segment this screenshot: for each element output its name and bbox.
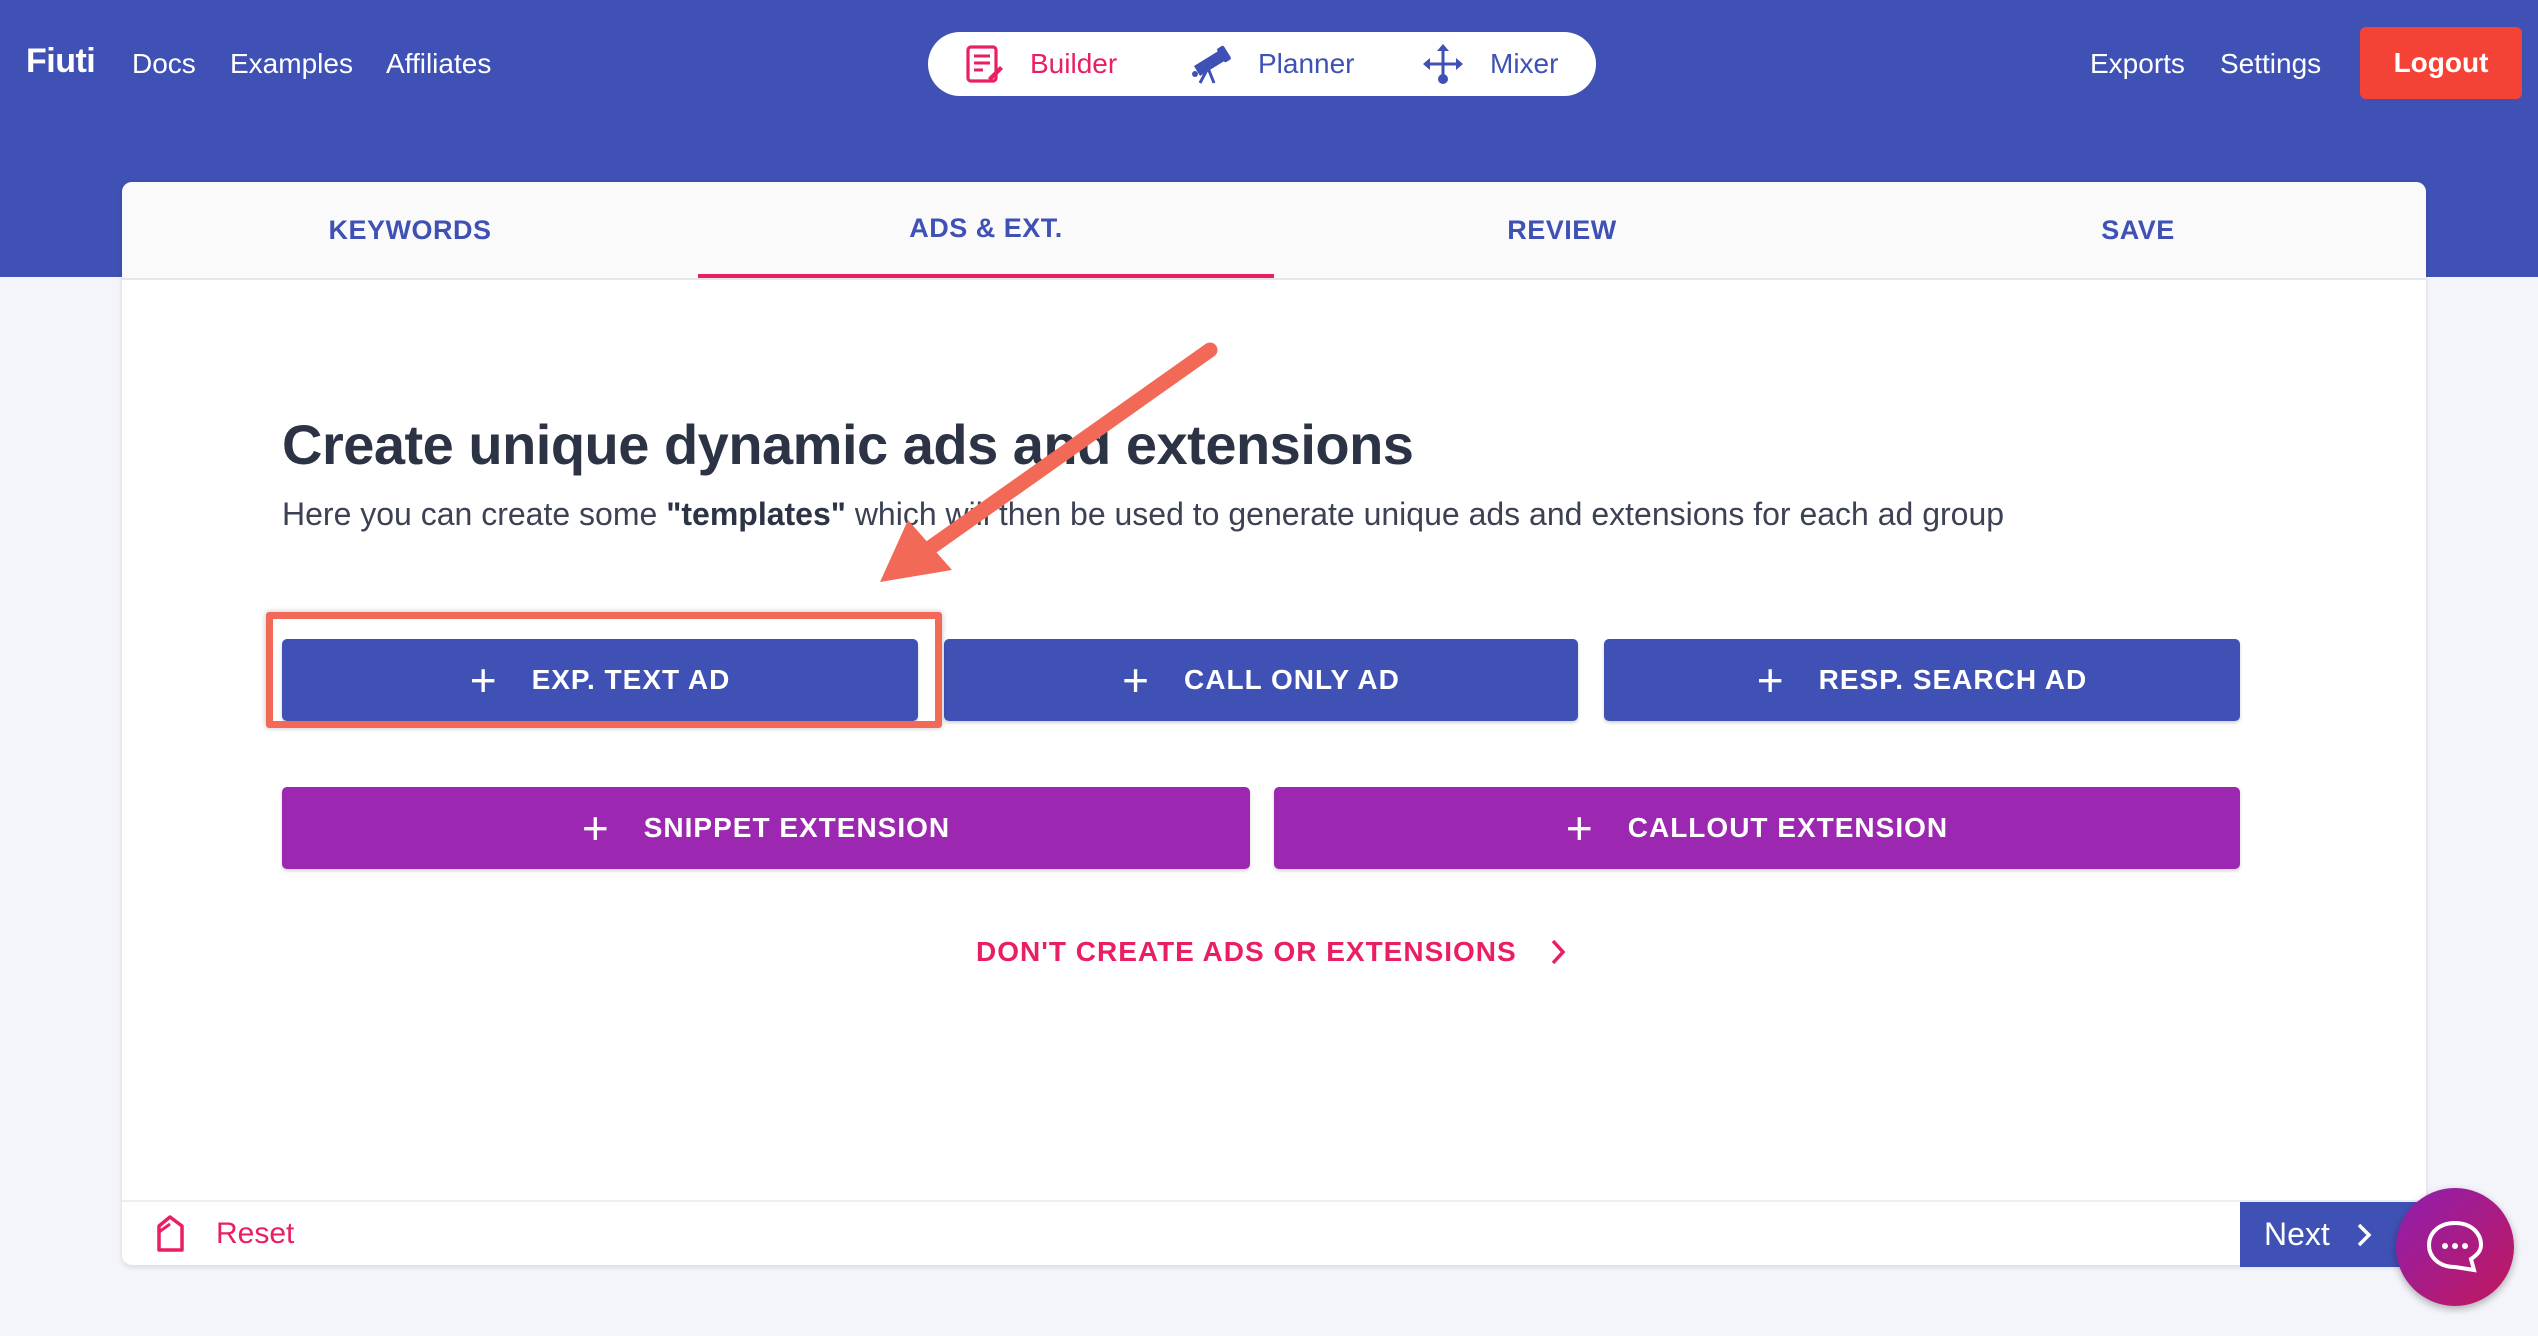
nav-link-docs[interactable]: Docs (132, 48, 196, 80)
builder-icon (966, 45, 1003, 83)
eraser-icon (157, 1215, 184, 1252)
plus-icon: + (581, 802, 610, 854)
mode-mixer[interactable]: Mixer (1422, 32, 1558, 96)
brand-logo[interactable]: Fiuti (26, 42, 96, 81)
reset-label: Reset (216, 1217, 295, 1250)
add-call-only-ad-label: CALL ONLY AD (1184, 664, 1400, 695)
tab-ads-ext[interactable]: ADS & EXT. (698, 182, 1274, 278)
plus-icon: + (1565, 802, 1594, 854)
chevron-right-icon (1551, 939, 1566, 965)
mode-planner[interactable]: Planner (1190, 32, 1355, 96)
skip-ads-label: DON'T CREATE ADS OR EXTENSIONS (976, 936, 1517, 967)
nav-link-settings[interactable]: Settings (2220, 48, 2321, 80)
nav-link-examples[interactable]: Examples (230, 48, 353, 80)
chat-bubble-icon (2426, 1220, 2484, 1273)
mode-switcher: Builder Planner Mixer (928, 32, 1596, 96)
mixer-arrows-icon (1423, 44, 1463, 84)
logout-button[interactable]: Logout (2360, 27, 2522, 99)
mode-mixer-label: Mixer (1490, 48, 1559, 79)
telescope-icon (1192, 45, 1231, 84)
builder-card: KEYWORDS ADS & EXT. REVIEW SAVE Create u… (122, 182, 2426, 1267)
add-snippet-extension-button[interactable]: + SNIPPET EXTENSION (282, 787, 1250, 869)
mode-builder[interactable]: Builder (964, 32, 1117, 96)
tab-keywords[interactable]: KEYWORDS (122, 182, 698, 278)
add-snippet-extension-label: SNIPPET EXTENSION (643, 812, 951, 843)
reset-button[interactable]: Reset (154, 1214, 294, 1254)
mode-builder-label: Builder (1030, 48, 1118, 79)
add-resp-search-ad-button[interactable]: + RESP. SEARCH AD (1604, 639, 2240, 721)
annotation-highlight-box (266, 612, 942, 728)
tab-review[interactable]: REVIEW (1274, 182, 1850, 278)
nav-link-exports[interactable]: Exports (2090, 48, 2185, 80)
step-tabs: KEYWORDS ADS & EXT. REVIEW SAVE (122, 182, 2426, 280)
skip-ads-link[interactable]: DON'T CREATE ADS OR EXTENSIONS (976, 932, 1567, 972)
next-label: Next (2264, 1216, 2330, 1252)
add-callout-extension-button[interactable]: + CALLOUT EXTENSION (1274, 787, 2240, 869)
plus-icon: + (1122, 654, 1151, 706)
chevron-right-icon (2357, 1223, 2372, 1246)
add-resp-search-ad-label: RESP. SEARCH AD (1818, 664, 2088, 695)
mode-planner-label: Planner (1258, 48, 1355, 79)
add-call-only-ad-button[interactable]: + CALL ONLY AD (944, 639, 1578, 721)
subtitle-templates: "templates" (666, 496, 846, 532)
chat-widget-button[interactable] (2396, 1188, 2514, 1306)
wizard-footer: Reset Next (122, 1200, 2426, 1267)
plus-icon: + (1756, 654, 1785, 706)
annotation-arrow (880, 342, 1218, 582)
subtitle-text-pre: Here you can create some (282, 496, 667, 532)
nav-link-affiliates[interactable]: Affiliates (386, 48, 491, 80)
add-callout-extension-label: CALLOUT EXTENSION (1627, 812, 1949, 843)
tab-save[interactable]: SAVE (1850, 182, 2426, 278)
